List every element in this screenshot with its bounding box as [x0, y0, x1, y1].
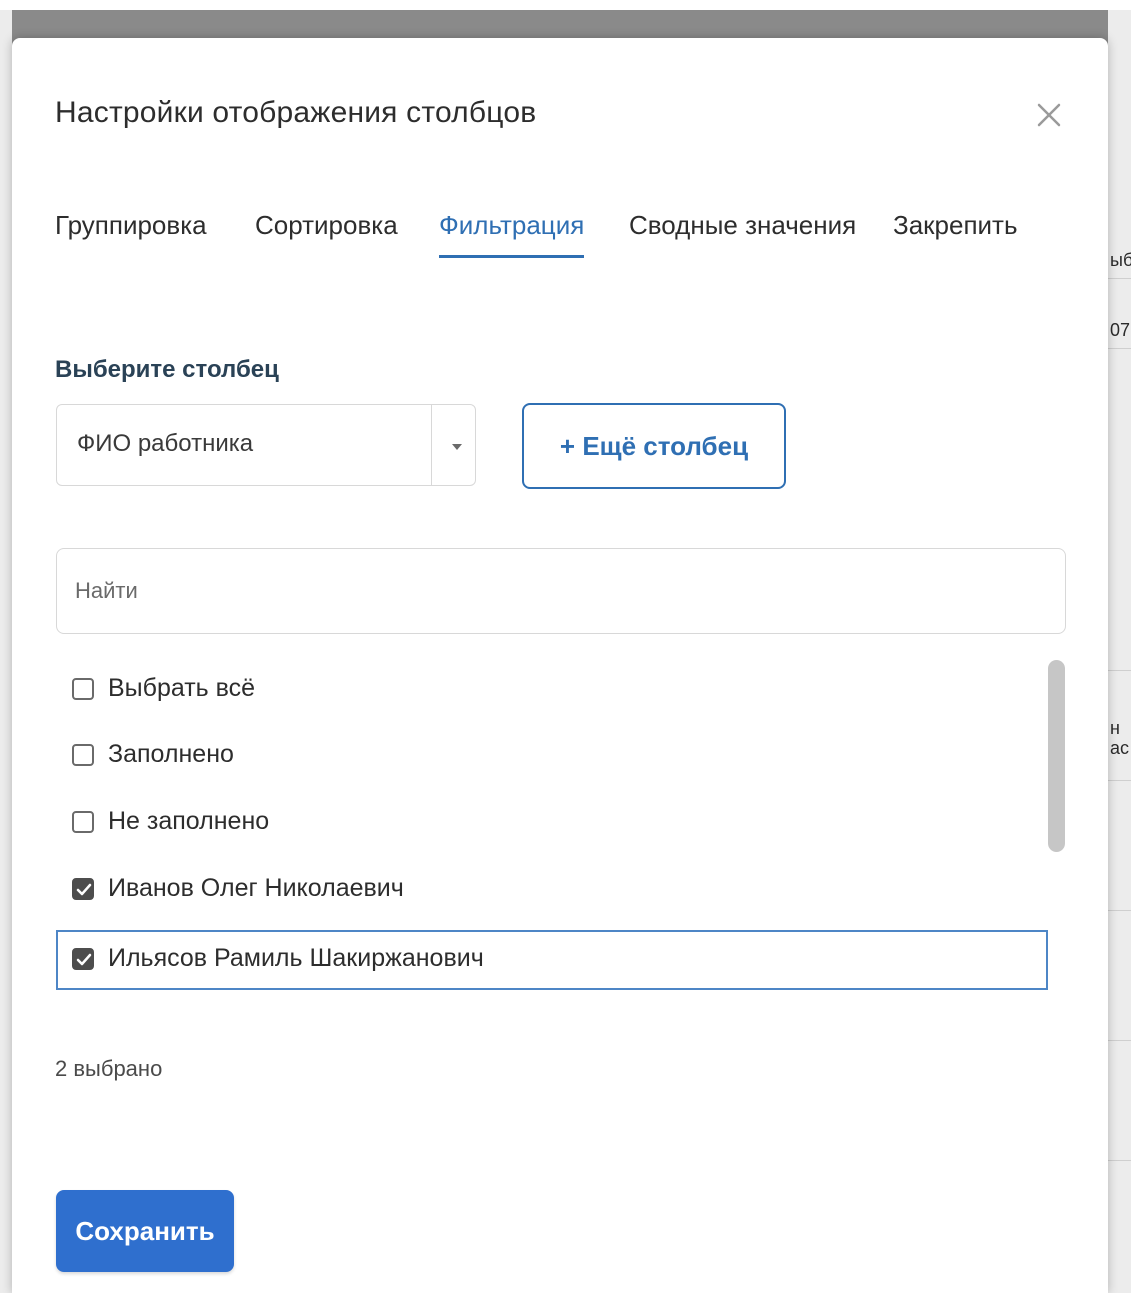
list-item-employee[interactable]: Ильясов Рамиль Шакиржанович — [56, 930, 1048, 990]
table-row-divider — [1108, 910, 1131, 911]
search-input[interactable] — [56, 548, 1066, 634]
column-select[interactable]: ФИО работника — [56, 404, 476, 486]
background-header-fragment: н — [1110, 718, 1120, 738]
checkbox-checked[interactable] — [72, 948, 94, 970]
tab-filtering[interactable]: Фильтрация — [439, 210, 585, 258]
table-row-divider — [1108, 1160, 1131, 1161]
background-cell-fragment: 07 — [1110, 320, 1131, 340]
checkmark-icon — [76, 883, 92, 896]
top-strip — [0, 0, 1131, 10]
list-scrollbar[interactable] — [1048, 660, 1065, 852]
background-left-edge — [0, 10, 12, 1293]
list-item-label: Заполнено — [108, 740, 234, 768]
checkbox-checked[interactable] — [72, 878, 94, 900]
background-header-fragment: ыб — [1110, 250, 1131, 270]
close-icon[interactable] — [1034, 100, 1064, 130]
list-item-label: Ильясов Рамиль Шакиржанович — [108, 944, 484, 972]
select-divider — [431, 405, 432, 485]
screen: ыб 07 н ас Настройки отображения столбцо… — [0, 0, 1131, 1293]
tab-sorting[interactable]: Сортировка — [255, 210, 398, 255]
tab-pin[interactable]: Закрепить — [893, 210, 1018, 255]
table-row-divider — [1108, 278, 1131, 279]
checkmark-icon — [76, 953, 92, 966]
save-button[interactable]: Сохранить — [56, 1190, 234, 1272]
column-settings-dialog: Настройки отображения столбцов Группиров… — [12, 38, 1108, 1293]
table-row-divider — [1108, 780, 1131, 781]
selected-count: 2 выбрано — [55, 1056, 163, 1081]
column-select-value: ФИО работника — [77, 430, 254, 457]
dialog-title: Настройки отображения столбцов — [55, 96, 537, 129]
table-row-divider — [1108, 1040, 1131, 1041]
background-header-fragment: ас — [1110, 738, 1130, 758]
select-column-label: Выберите столбец — [55, 356, 279, 383]
checkbox[interactable] — [72, 678, 94, 700]
list-item-select-all[interactable]: Выбрать всё — [56, 660, 1048, 720]
chevron-down-icon[interactable] — [445, 439, 469, 455]
table-row-divider — [1108, 670, 1131, 671]
add-column-button[interactable]: + Ещё столбец — [522, 403, 786, 489]
list-item-label: Иванов Олег Николаевич — [108, 874, 404, 902]
tab-grouping[interactable]: Группировка — [55, 210, 207, 255]
tab-summary-values[interactable]: Сводные значения — [629, 210, 856, 255]
list-item-employee[interactable]: Иванов Олег Николаевич — [56, 860, 1048, 920]
checkbox[interactable] — [72, 811, 94, 833]
table-row-divider — [1108, 348, 1131, 349]
list-item-not-filled[interactable]: Не заполнено — [56, 793, 1048, 853]
settings-tabs: Группировка Сортировка Фильтрация Сводны… — [55, 210, 1055, 270]
list-item-filled[interactable]: Заполнено — [56, 726, 1048, 786]
checkbox[interactable] — [72, 744, 94, 766]
background-table-edge: ыб 07 н ас — [1108, 10, 1131, 1293]
list-item-label: Выбрать всё — [108, 674, 256, 702]
list-item-label: Не заполнено — [108, 807, 270, 835]
filter-values-list: Выбрать всё Заполнено Не заполнено Ивано… — [56, 660, 1072, 1040]
